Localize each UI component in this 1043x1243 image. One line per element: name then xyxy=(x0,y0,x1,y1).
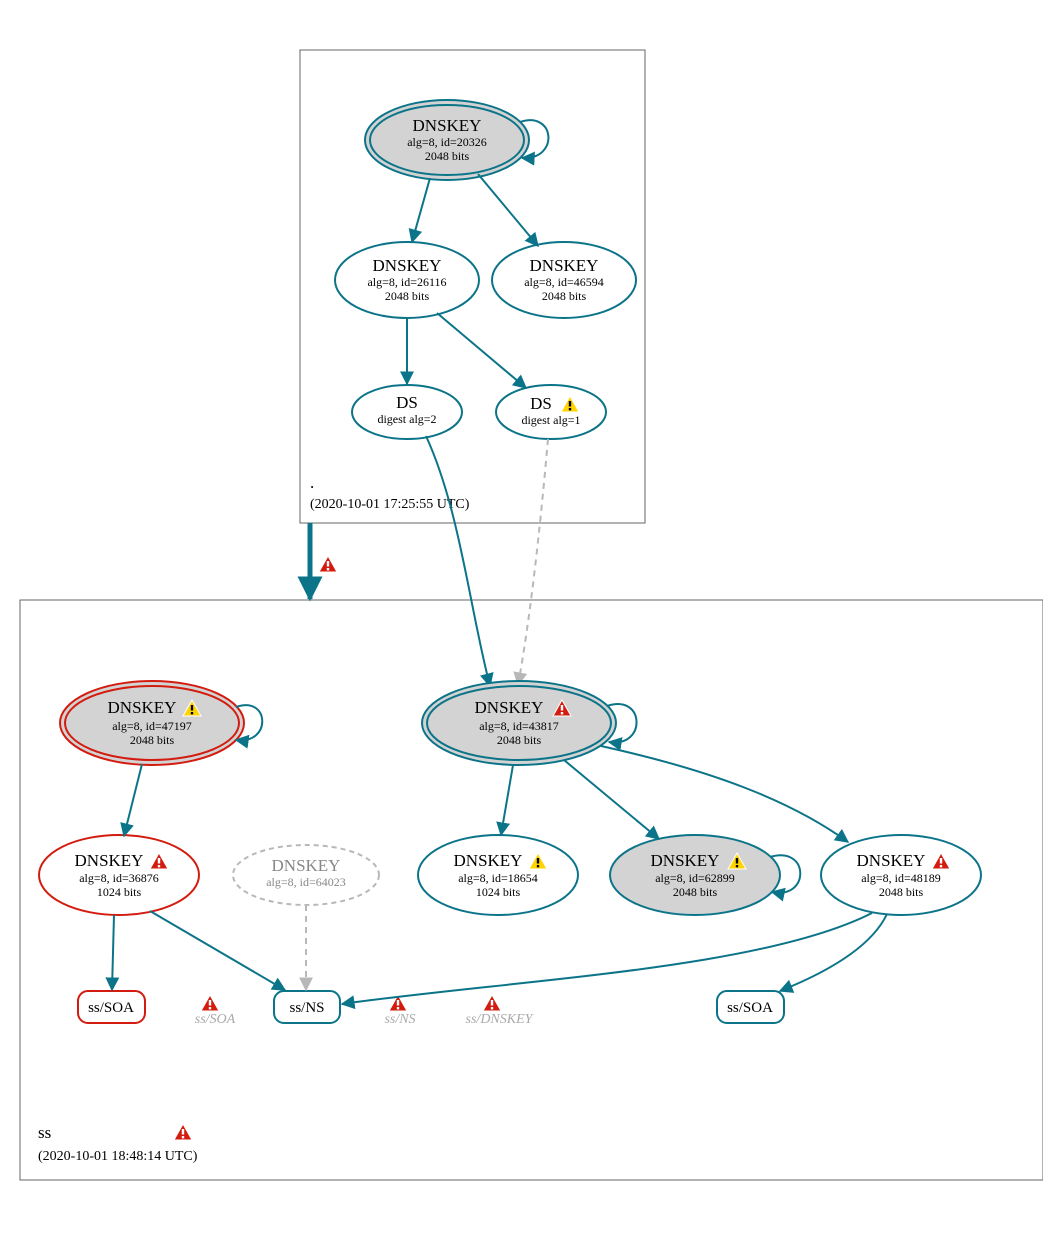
node-ss-zsk2: DNSKEY alg=8, id=18654 1024 bits xyxy=(418,835,578,915)
svg-text:2048 bits: 2048 bits xyxy=(130,733,175,747)
edge xyxy=(437,313,526,388)
svg-text:alg=8, id=48189: alg=8, id=48189 xyxy=(861,871,941,885)
svg-text:DNSKEY: DNSKEY xyxy=(475,698,544,717)
svg-text:2048 bits: 2048 bits xyxy=(385,289,430,303)
node-root-zsk2: DNSKEY alg=8, id=46594 2048 bits xyxy=(492,242,636,318)
edge xyxy=(412,178,430,242)
svg-text:digest alg=1: digest alg=1 xyxy=(521,413,580,427)
svg-text:DNSKEY: DNSKEY xyxy=(108,698,177,717)
edge xyxy=(564,760,659,839)
edge xyxy=(112,915,114,990)
svg-text:ss/SOA: ss/SOA xyxy=(88,1000,134,1016)
svg-text:alg=8, id=62899: alg=8, id=62899 xyxy=(655,871,735,885)
svg-text:alg=8, id=20326: alg=8, id=20326 xyxy=(407,135,487,149)
svg-text:DS: DS xyxy=(396,393,418,412)
warning-icon xyxy=(483,995,501,1011)
svg-text:1024 bits: 1024 bits xyxy=(476,885,521,899)
edge xyxy=(150,911,285,990)
svg-text:2048 bits: 2048 bits xyxy=(879,885,924,899)
svg-text:digest alg=2: digest alg=2 xyxy=(377,412,436,426)
node-root-zsk1: DNSKEY alg=8, id=26116 2048 bits xyxy=(335,242,479,318)
svg-text:DS: DS xyxy=(530,394,552,413)
svg-text:ss/NS: ss/NS xyxy=(289,1000,324,1016)
ghost-soa: ss/SOA xyxy=(195,1012,236,1027)
svg-text:DNSKEY: DNSKEY xyxy=(454,851,523,870)
edge xyxy=(478,174,538,246)
svg-text:alg=8, id=36876: alg=8, id=36876 xyxy=(79,871,159,885)
warning-icon xyxy=(319,556,337,572)
svg-text:DNSKEY: DNSKEY xyxy=(857,851,926,870)
svg-text:2048 bits: 2048 bits xyxy=(542,289,587,303)
svg-text:alg=8, id=64023: alg=8, id=64023 xyxy=(266,875,346,889)
edge xyxy=(601,746,848,842)
zone-root-label: . xyxy=(310,473,314,492)
node-ss-zsk3: DNSKEY alg=8, id=62899 2048 bits xyxy=(610,835,780,915)
svg-text:DNSKEY: DNSKEY xyxy=(75,851,144,870)
svg-text:ss/SOA: ss/SOA xyxy=(727,1000,773,1016)
ghost-ns: ss/NS xyxy=(384,1012,415,1027)
svg-text:alg=8, id=18654: alg=8, id=18654 xyxy=(458,871,538,885)
svg-text:2048 bits: 2048 bits xyxy=(673,885,718,899)
svg-text:2048 bits: 2048 bits xyxy=(425,149,470,163)
svg-text:DNSKEY: DNSKEY xyxy=(413,116,482,135)
rr-ns-1: ss/NS xyxy=(274,991,340,1023)
node-ds2: DS digest alg=1 xyxy=(496,385,606,439)
edge xyxy=(426,436,490,686)
node-ss-zsk1: DNSKEY alg=8, id=36876 1024 bits xyxy=(39,835,199,915)
svg-text:DNSKEY: DNSKEY xyxy=(530,256,599,275)
node-ss-ghost: DNSKEY alg=8, id=64023 xyxy=(233,845,379,905)
svg-text:alg=8, id=47197: alg=8, id=47197 xyxy=(112,719,192,733)
node-ds1: DS digest alg=2 xyxy=(352,385,462,439)
edge xyxy=(501,765,513,835)
node-ss-zsk4: DNSKEY alg=8, id=48189 2048 bits xyxy=(821,835,981,915)
svg-text:alg=8, id=46594: alg=8, id=46594 xyxy=(524,275,604,289)
rr-soa-1: ss/SOA xyxy=(78,991,145,1023)
edge xyxy=(518,439,548,685)
zone-ss-label: ss xyxy=(38,1123,51,1142)
svg-text:DNSKEY: DNSKEY xyxy=(272,856,341,875)
svg-text:2048 bits: 2048 bits xyxy=(497,733,542,747)
node-ss-ksk1: DNSKEY alg=8, id=47197 2048 bits xyxy=(60,681,244,765)
rr-soa-2: ss/SOA xyxy=(717,991,784,1023)
svg-text:alg=8, id=26116: alg=8, id=26116 xyxy=(367,275,446,289)
node-root-ksk: DNSKEY alg=8, id=20326 2048 bits xyxy=(365,100,529,180)
edge xyxy=(124,764,142,836)
zone-ss-timestamp: (2020-10-01 18:48:14 UTC) xyxy=(38,1149,198,1164)
edge xyxy=(342,913,872,1004)
ghost-dnskey: ss/DNSKEY xyxy=(466,1012,535,1027)
zone-root-timestamp: (2020-10-01 17:25:55 UTC) xyxy=(310,497,470,512)
node-ss-ksk2: DNSKEY alg=8, id=43817 2048 bits xyxy=(422,681,616,765)
svg-text:1024 bits: 1024 bits xyxy=(97,885,142,899)
svg-text:DNSKEY: DNSKEY xyxy=(373,256,442,275)
svg-text:alg=8, id=43817: alg=8, id=43817 xyxy=(479,719,559,733)
svg-text:DNSKEY: DNSKEY xyxy=(651,851,720,870)
warning-icon xyxy=(201,995,219,1011)
warning-icon xyxy=(174,1124,192,1140)
edge xyxy=(780,914,887,991)
